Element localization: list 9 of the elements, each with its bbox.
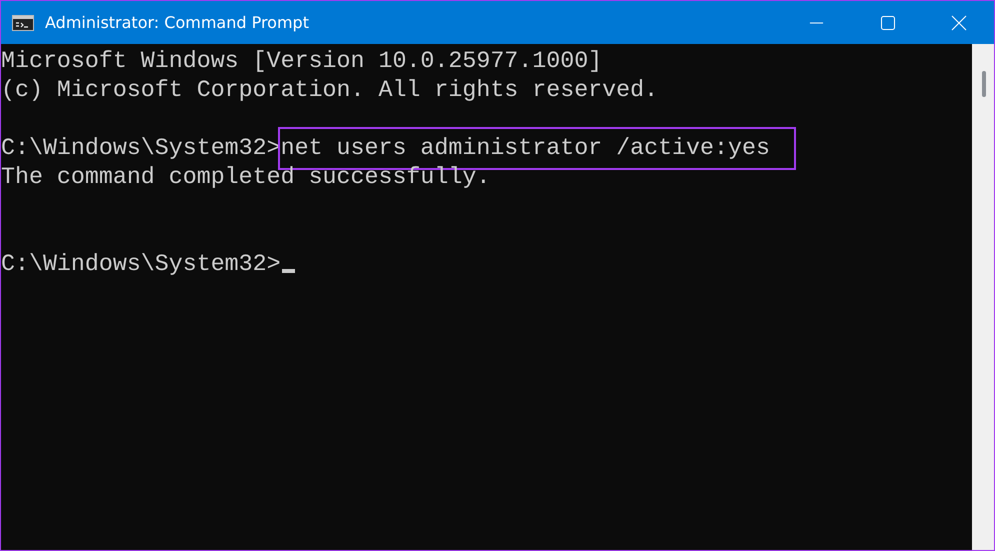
output-line: (c) Microsoft Corporation. All rights reserved. [1,77,658,103]
window-title: Administrator: Command Prompt [45,13,309,32]
prompt-text: C:\Windows\System32> [1,251,281,277]
close-icon [951,14,967,30]
minimize-icon [808,22,824,24]
console-app-icon [12,14,34,30]
maximize-icon [880,14,896,30]
output-line: Microsoft Windows [Version 10.0.25977.1000] [1,48,602,74]
scroll-thumb[interactable] [982,71,986,97]
